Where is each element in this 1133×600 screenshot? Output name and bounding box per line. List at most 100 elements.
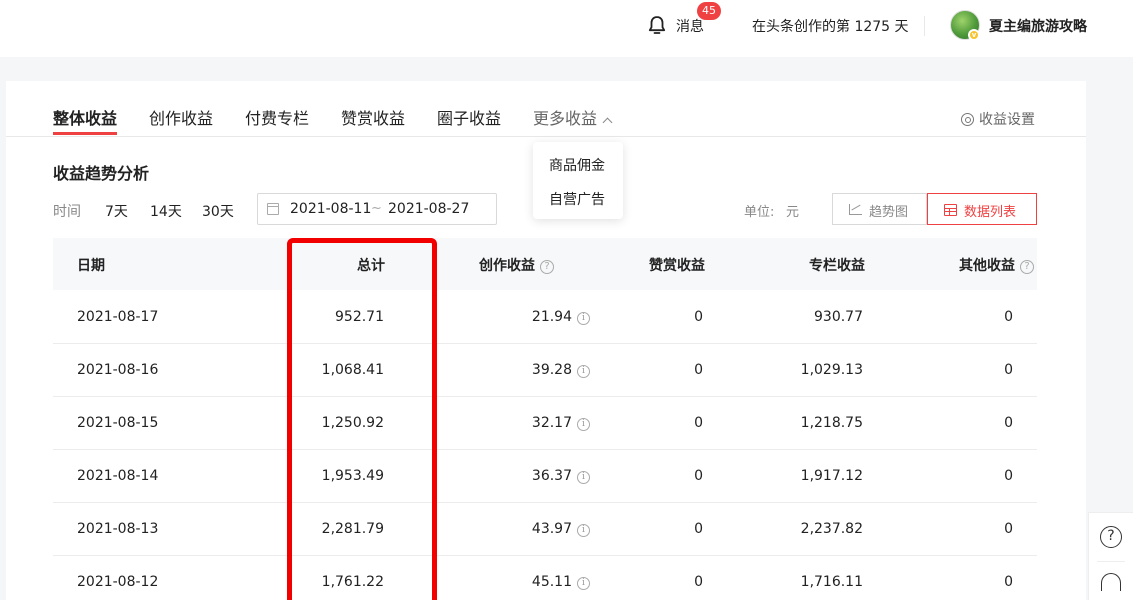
- col-column-revenue: 专栏收益: [809, 258, 865, 274]
- table-row: 2021-08-12 1,761.22 45.11 i 0 1,716.11 0: [53, 556, 1037, 600]
- tab-creation-revenue[interactable]: 创作收益: [149, 105, 213, 129]
- table-row: 2021-08-16 1,068.41 39.28 i 0 1,029.13 0: [53, 344, 1037, 397]
- settings-label: 收益设置: [979, 112, 1035, 128]
- chevron-up-icon: [602, 117, 613, 128]
- tab-overall-revenue[interactable]: 整体收益: [53, 105, 117, 129]
- messages-link[interactable]: 消息: [676, 16, 704, 36]
- cell-creation: 36.37 i: [532, 468, 590, 485]
- date-range-picker[interactable]: 2021-08-11 ~ 2021-08-27: [257, 193, 497, 225]
- range-14-days[interactable]: 14天: [150, 201, 182, 221]
- help-icon[interactable]: ?: [1020, 260, 1034, 274]
- message-count-badge: 45: [697, 2, 721, 20]
- cell-date: 2021-08-13: [77, 521, 159, 537]
- cell-date: 2021-08-12: [77, 574, 159, 590]
- table-row: 2021-08-17 952.71 21.94 i 0 930.77 0: [53, 291, 1037, 344]
- menu-item-commission[interactable]: 商品佣金: [549, 155, 605, 175]
- cell-column: 1,218.75: [800, 415, 863, 431]
- cell-creation: 39.28 i: [532, 362, 590, 379]
- date-separator: ~: [371, 201, 382, 216]
- top-bar: 消息 45 在头条创作的第 1275 天 v 夏主编旅游攻略: [0, 0, 1133, 57]
- col-other-label: 其他收益: [959, 258, 1015, 274]
- col-other-revenue: 其他收益?: [959, 255, 1034, 275]
- col-creation-label: 创作收益: [479, 258, 535, 274]
- tab-paid-column[interactable]: 付费专栏: [245, 105, 309, 129]
- cell-total: 1,953.49: [321, 468, 384, 484]
- tabs-divider: [6, 136, 1086, 137]
- cell-date: 2021-08-14: [77, 468, 159, 484]
- info-icon[interactable]: i: [577, 524, 590, 537]
- cell-tip: 0: [694, 415, 703, 431]
- tab-circle-revenue[interactable]: 圈子收益: [437, 105, 501, 129]
- tab-tip-revenue[interactable]: 赞赏收益: [341, 105, 405, 129]
- col-total: 总计: [357, 258, 385, 274]
- range-7-days[interactable]: 7天: [105, 201, 128, 221]
- time-filter-label: 时间: [53, 204, 81, 220]
- cell-other: 0: [1004, 574, 1013, 590]
- cell-date: 2021-08-15: [77, 415, 159, 431]
- cell-creation-value: 36.37: [531, 468, 572, 484]
- active-tab-indicator: [53, 132, 117, 135]
- info-icon[interactable]: i: [577, 577, 590, 590]
- info-icon[interactable]: i: [577, 418, 590, 431]
- cell-creation-value: 32.17: [531, 415, 572, 431]
- section-title: 收益趋势分析: [53, 164, 150, 183]
- more-revenue-dropdown: 商品佣金 自营广告: [533, 142, 623, 219]
- unit-label: 单位:: [744, 205, 775, 220]
- cell-other: 0: [1004, 309, 1013, 325]
- cell-total: 1,068.41: [321, 362, 384, 378]
- cell-column: 1,029.13: [800, 362, 863, 378]
- help-icon[interactable]: ?: [1100, 526, 1122, 548]
- cell-other: 0: [1004, 362, 1013, 378]
- cell-date: 2021-08-16: [77, 362, 159, 378]
- tab-more-revenue[interactable]: 更多收益: [533, 105, 613, 129]
- unit-value: 元: [786, 205, 800, 220]
- cell-creation: 43.97 i: [532, 521, 590, 538]
- cell-column: 1,716.11: [800, 574, 863, 590]
- trend-chart-button[interactable]: 趋势图: [832, 193, 927, 225]
- cell-creation: 32.17 i: [532, 415, 590, 432]
- cell-total: 952.71: [335, 309, 384, 325]
- calendar-icon: [267, 203, 279, 215]
- cell-creation: 45.11 i: [532, 574, 590, 591]
- col-date: 日期: [77, 258, 105, 274]
- username[interactable]: 夏主编旅游攻略: [989, 16, 1087, 36]
- bell-icon[interactable]: [645, 14, 669, 38]
- verified-badge-icon: v: [968, 29, 980, 41]
- cell-tip: 0: [694, 521, 703, 537]
- info-icon[interactable]: i: [577, 312, 590, 325]
- cell-creation-value: 45.11: [531, 574, 572, 590]
- cell-column: 1,917.12: [800, 468, 863, 484]
- cell-total: 1,250.92: [321, 415, 384, 431]
- info-icon[interactable]: i: [577, 365, 590, 378]
- cell-tip: 0: [694, 574, 703, 590]
- cell-other: 0: [1004, 468, 1013, 484]
- cell-total: 1,761.22: [321, 574, 384, 590]
- cell-other: 0: [1004, 521, 1013, 537]
- date-start[interactable]: 2021-08-11: [290, 201, 371, 217]
- cell-creation-value: 39.28: [531, 362, 572, 378]
- info-icon[interactable]: i: [577, 471, 590, 484]
- col-tip-revenue: 赞赏收益: [649, 258, 705, 274]
- data-list-label: 数据列表: [964, 205, 1017, 220]
- cell-creation-value: 21.94: [531, 309, 572, 325]
- date-end[interactable]: 2021-08-27: [388, 201, 469, 217]
- floating-help-panel: ?: [1088, 512, 1133, 600]
- cell-other: 0: [1004, 415, 1013, 431]
- menu-item-self-ads[interactable]: 自营广告: [549, 189, 605, 209]
- headset-icon[interactable]: [1101, 573, 1121, 591]
- cell-creation-value: 43.97: [531, 521, 572, 537]
- help-icon[interactable]: ?: [540, 260, 554, 274]
- table-header: 日期 总计 创作收益? 赞赏收益 专栏收益 其他收益?: [53, 238, 1037, 290]
- cell-tip: 0: [694, 362, 703, 378]
- col-creation-revenue: 创作收益?: [479, 255, 554, 275]
- cell-tip: 0: [694, 309, 703, 325]
- table-row: 2021-08-14 1,953.49 36.37 i 0 1,917.12 0: [53, 450, 1037, 503]
- cell-column: 2,237.82: [800, 521, 863, 537]
- trend-chart-label: 趋势图: [869, 205, 909, 220]
- revenue-settings-link[interactable]: 收益设置: [961, 109, 1035, 129]
- data-list-button[interactable]: 数据列表: [927, 193, 1037, 225]
- cell-date: 2021-08-17: [77, 309, 159, 325]
- range-30-days[interactable]: 30天: [202, 201, 234, 221]
- table-row: 2021-08-15 1,250.92 32.17 i 0 1,218.75 0: [53, 397, 1037, 450]
- trend-chart-icon: [849, 204, 862, 215]
